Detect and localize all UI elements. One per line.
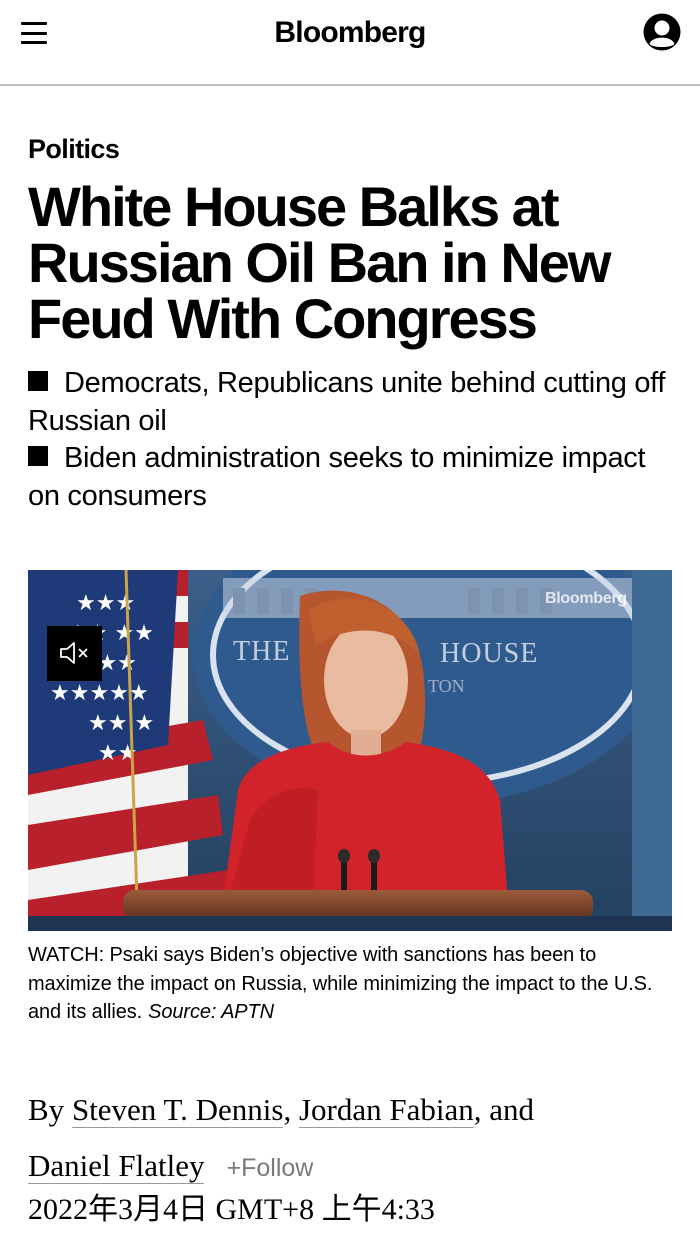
mute-toggle-button[interactable] xyxy=(47,626,102,681)
caption-source: Source: APTN xyxy=(148,1001,275,1023)
byline: By Steven T. Dennis, Jordan Fabian, and … xyxy=(28,1082,678,1196)
summary-bullet-text: Democrats, Republicans unite behind cutt… xyxy=(28,367,666,437)
summary-bullet: Democrats, Republicans unite behind cutt… xyxy=(28,365,678,440)
bullet-square-icon xyxy=(28,371,48,391)
summary-bullets: Democrats, Republicans unite behind cutt… xyxy=(28,365,678,515)
author-link[interactable]: Jordan Fabian xyxy=(298,1092,474,1128)
video-frame: THE HOUSE TON ★★★★★ ★★★★★★ ★★★★★★★ ★★★ xyxy=(28,570,672,931)
svg-text:★★★★★: ★★★★★ xyxy=(50,681,149,706)
top-header: Bloomberg xyxy=(0,0,700,86)
speaker-muted-icon xyxy=(60,642,88,664)
byline-separator: , xyxy=(283,1092,292,1127)
byline-prefix: By xyxy=(28,1092,65,1127)
article-headline: White House Balks at Russian Oil Ban in … xyxy=(28,175,611,350)
bloomberg-watermark: Bloomberg xyxy=(545,590,627,607)
summary-bullet-text: Biden administration seeks to minimize i… xyxy=(28,442,646,512)
video-player[interactable]: THE HOUSE TON ★★★★★ ★★★★★★ ★★★★★★★ ★★★ xyxy=(28,570,672,931)
svg-text:★★ ★: ★★ ★ xyxy=(88,711,154,736)
publish-date: 2022年3月4日 GMT+8 上午4:33 xyxy=(28,1193,435,1226)
summary-bullet: Biden administration seeks to minimize i… xyxy=(28,440,678,515)
podium-sign-house: HOUSE xyxy=(440,638,538,669)
section-kicker[interactable]: Politics xyxy=(28,134,120,165)
bullet-square-icon xyxy=(28,446,48,466)
caption-text: WATCH: Psaki says Biden’s objective with… xyxy=(28,944,653,1023)
author-link[interactable]: Steven T. Dennis xyxy=(71,1092,284,1128)
podium-sign-the: THE xyxy=(233,636,290,667)
follow-button[interactable]: +Follow xyxy=(226,1154,313,1182)
video-caption: WATCH: Psaki says Biden’s objective with… xyxy=(28,941,672,1027)
bloomberg-logo[interactable]: Bloomberg xyxy=(0,16,700,50)
byline-separator: , and xyxy=(473,1092,535,1127)
author-link[interactable]: Daniel Flatley xyxy=(28,1148,205,1184)
user-account-icon[interactable] xyxy=(643,13,681,51)
podium-sign-ton: TON xyxy=(428,676,465,696)
